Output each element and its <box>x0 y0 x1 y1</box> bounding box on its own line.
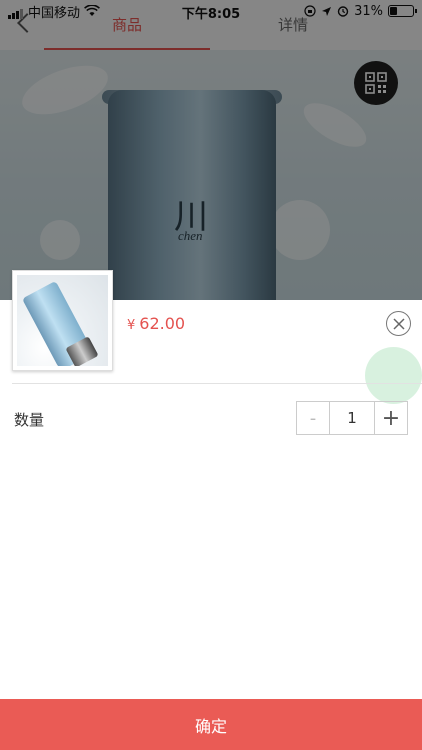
touch-indicator <box>365 347 422 404</box>
confirm-button[interactable]: 确定 <box>0 699 422 750</box>
modal-overlay[interactable] <box>0 0 422 300</box>
product-thumbnail <box>12 270 113 371</box>
divider <box>12 383 422 384</box>
product-price: ¥62.00 <box>127 314 185 333</box>
price-value: 62.00 <box>139 314 186 333</box>
close-icon <box>392 317 405 330</box>
currency-symbol: ¥ <box>127 318 136 333</box>
decrease-quantity-button[interactable]: - <box>297 402 330 434</box>
increase-quantity-button[interactable]: + <box>375 402 407 434</box>
quantity-stepper: - 1 + <box>296 401 408 435</box>
close-button[interactable] <box>386 311 411 336</box>
quantity-label: 数量 <box>14 411 45 429</box>
quantity-input[interactable]: 1 <box>330 402 375 434</box>
